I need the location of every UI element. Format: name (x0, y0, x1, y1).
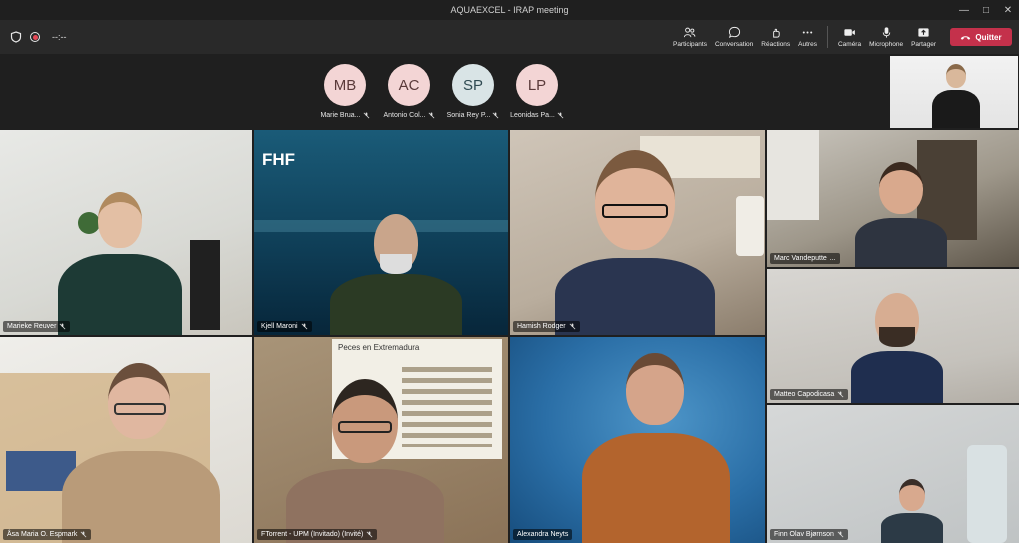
avatar-initials: LP (527, 76, 547, 94)
more-button[interactable]: Autres (794, 20, 821, 54)
quit-label: Quitter (975, 32, 1002, 42)
close-button[interactable]: ✕ (997, 0, 1019, 20)
microphone-button[interactable]: Microphone (865, 20, 907, 54)
video-tile[interactable]: Peces en Extremadura FTorrent - UPM (Inv… (254, 337, 508, 543)
camera-icon (844, 29, 855, 36)
quit-button[interactable]: Quitter (950, 28, 1012, 46)
video-tile[interactable]: Matteo Capodicasa (767, 269, 1019, 403)
participant-silhouette (280, 377, 450, 543)
conversation-label: Conversation (714, 41, 754, 48)
participant-name: Matteo Capodicasa (774, 391, 835, 398)
video-tile[interactable]: Finn Olav Bjørnson (767, 405, 1019, 543)
meeting-timer: --:-- (52, 32, 67, 42)
participant-name: Åsa Maria O. Espmark (7, 531, 78, 538)
participant-name: Marie Brua... (320, 112, 361, 119)
participant-name: Finn Olav Bjørnson (774, 531, 834, 538)
avatar-initials: SP (462, 76, 483, 94)
participant-silhouette (877, 477, 947, 543)
video-tile[interactable]: Alexandra Neyts (510, 337, 765, 543)
reactions-icon (773, 28, 780, 38)
participant-silhouette (50, 190, 190, 335)
video-tile[interactable]: FHF Kjell Maroni (254, 130, 508, 335)
participants-button[interactable]: Participants (669, 20, 711, 54)
camera-button[interactable]: Caméra (834, 20, 865, 54)
participant-avatar[interactable]: MB Marie Brua... (320, 64, 370, 119)
avatar: AC (388, 64, 430, 106)
microphone-icon (882, 27, 890, 38)
mic-off-icon (837, 391, 844, 398)
video-tile[interactable]: Hamish Rodger (510, 130, 765, 335)
conversation-button[interactable]: Conversation (711, 20, 757, 54)
title-bar: AQUAEXCEL - IRAP meeting — □ ✕ (0, 0, 1019, 20)
fhf-logo: FHF (262, 150, 296, 169)
self-view-video[interactable] (890, 56, 1018, 128)
toolbar-divider (826, 26, 828, 48)
window-title: AQUAEXCEL - IRAP meeting (450, 5, 569, 15)
participant-avatar[interactable]: LP Leonidas Pa... (510, 64, 564, 119)
participant-name: Sonia Rey P... (446, 112, 491, 119)
hang-up-icon (961, 35, 971, 40)
participant-name: Antonio Col... (383, 112, 426, 119)
participant-name: FTorrent - UPM (Invitado) (Invité) (261, 531, 364, 538)
avatar: MB (324, 64, 366, 106)
more-icon (802, 31, 813, 34)
participant-name: Hamish Rodger (517, 323, 566, 330)
mic-off-icon (428, 112, 434, 119)
chat-icon (728, 26, 740, 38)
reactions-button[interactable]: Réactions (757, 20, 794, 54)
mic-off-icon (60, 323, 66, 330)
window-controls: — □ ✕ (953, 0, 1019, 20)
more-options-icon[interactable]: ... (830, 255, 836, 262)
mic-off-icon (301, 323, 307, 330)
video-tile[interactable]: Marieke Reuver (0, 130, 252, 335)
share-button[interactable]: Partager (907, 20, 940, 54)
shield-icon[interactable] (10, 31, 22, 43)
participant-silhouette (56, 361, 226, 543)
participant-name: Kjell Maroni (261, 323, 298, 330)
maximize-button[interactable]: □ (975, 0, 997, 20)
participant-silhouette (847, 291, 947, 403)
reactions-label: Réactions (761, 41, 791, 48)
mic-off-icon (493, 112, 499, 119)
mic-off-icon (81, 531, 87, 538)
avatar-initials: AC (398, 76, 420, 94)
video-tile[interactable]: Marc Vandeputte... (767, 130, 1019, 267)
avatar: LP (516, 64, 558, 106)
recording-icon (30, 32, 40, 42)
mic-off-icon (569, 323, 576, 330)
participant-silhouette (926, 62, 986, 128)
participant-avatar[interactable]: SP Sonia Rey P... (446, 64, 499, 119)
participant-silhouette (550, 148, 720, 335)
meeting-toolbar: --:-- Participants Conversation Réaction… (0, 20, 1019, 54)
participant-silhouette (326, 210, 466, 335)
participant-name: Marc Vandeputte (774, 255, 827, 262)
mic-off-icon (557, 112, 564, 119)
participant-name: Leonidas Pa... (510, 112, 555, 119)
participants-label: Participants (672, 41, 707, 48)
audio-participants: MB Marie Brua... AC Antonio Col... SP So… (320, 64, 564, 119)
more-label: Autres (798, 41, 817, 48)
camera-label: Caméra (837, 41, 862, 48)
participant-name: Alexandra Neyts (517, 531, 569, 538)
poster-title: Peces en Extremadura (338, 343, 420, 352)
mic-off-icon (363, 112, 369, 119)
share-icon (918, 28, 929, 37)
microphone-label: Microphone (869, 41, 904, 48)
participant-silhouette (576, 351, 736, 543)
participant-silhouette (851, 160, 951, 267)
video-tile[interactable]: Åsa Maria O. Espmark (0, 337, 252, 543)
mic-off-icon (837, 531, 844, 538)
participants-icon (684, 27, 696, 38)
participant-name: Marieke Reuver (7, 323, 57, 330)
minimize-button[interactable]: — (953, 0, 975, 20)
avatar-initials: MB (333, 76, 357, 94)
share-label: Partager (911, 41, 936, 48)
mic-off-icon (366, 531, 373, 538)
avatar: SP (452, 64, 494, 106)
participant-avatar[interactable]: AC Antonio Col... (383, 64, 434, 119)
